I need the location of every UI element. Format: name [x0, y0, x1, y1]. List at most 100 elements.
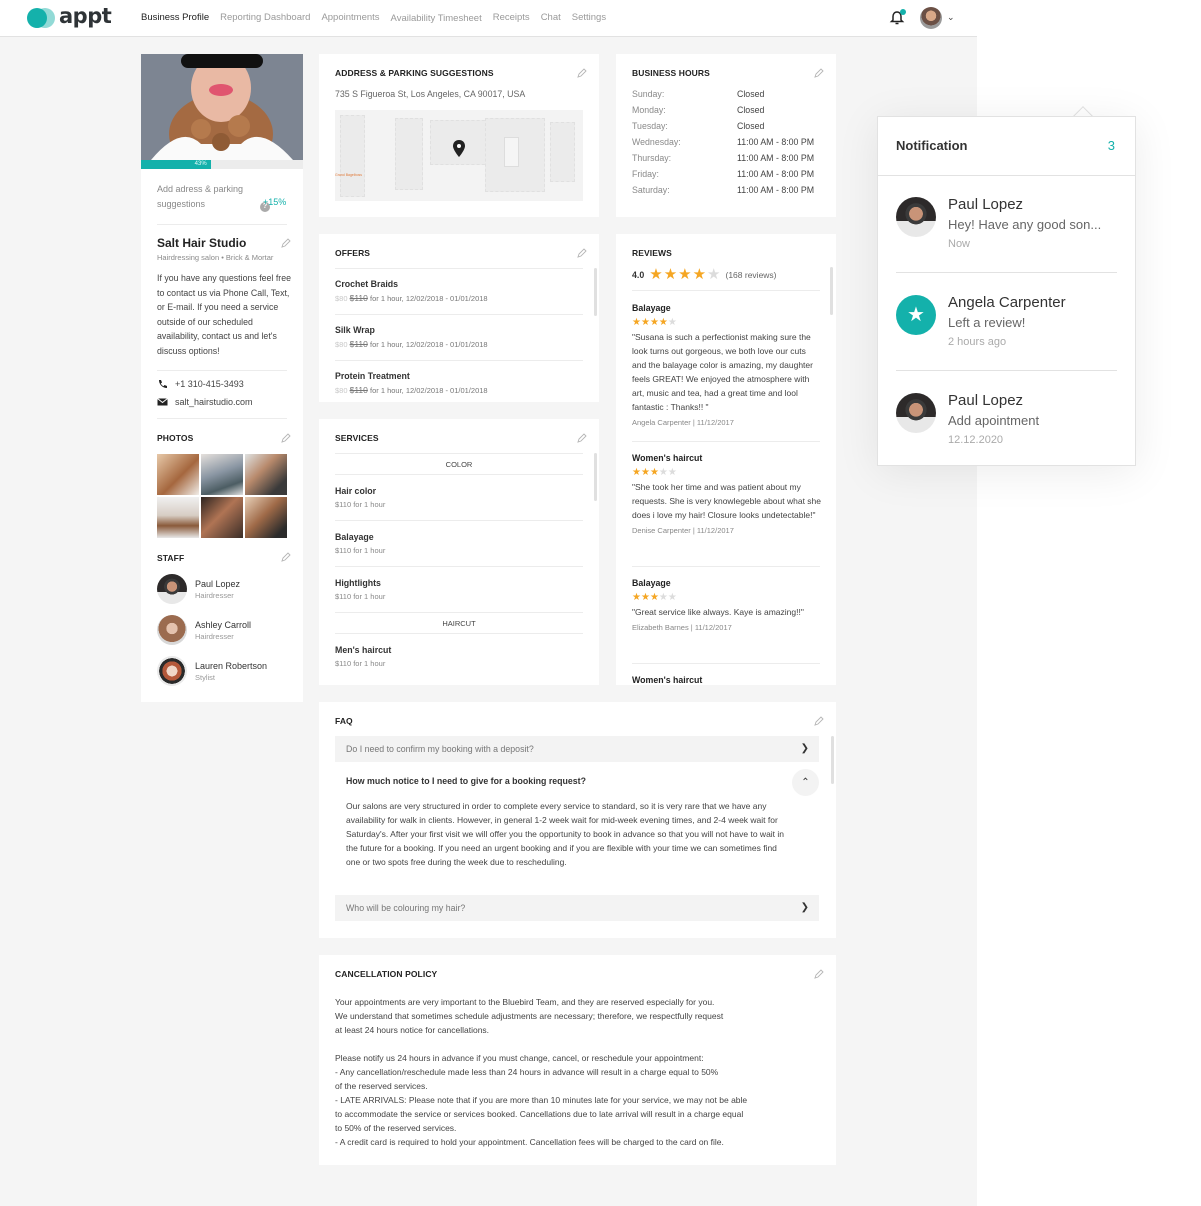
- offer-item[interactable]: Crochet Braids $80 $110 for 1 hour, 12/02…: [335, 279, 583, 303]
- gallery-photo[interactable]: [201, 497, 243, 538]
- hours-value: Closed: [737, 121, 765, 131]
- hours-row: Monday: Closed: [632, 105, 832, 115]
- user-avatar[interactable]: [920, 7, 942, 29]
- chevron-down-icon[interactable]: ⌄: [947, 12, 955, 23]
- faq-card: FAQ Do I need to confirm my booking with…: [319, 702, 836, 938]
- chevron-up-icon[interactable]: ⌃: [792, 769, 819, 796]
- nav-availability-timesheet[interactable]: Availability Timesheet: [391, 13, 482, 24]
- business-cover-photo[interactable]: [141, 54, 303, 160]
- star-filled-icon: ★: [649, 266, 663, 283]
- offer-sale-price: $80: [335, 294, 348, 303]
- scrollbar[interactable]: [830, 267, 833, 315]
- divider: [335, 474, 583, 475]
- scrollbar[interactable]: [594, 453, 597, 501]
- divider: [632, 566, 820, 567]
- staff-member[interactable]: Paul Lopez Hairdresser: [157, 574, 240, 604]
- website-link: salt_hairstudio.com: [175, 397, 253, 407]
- notification-item[interactable]: ★ Angela Carpenter Left a review! 2 hour…: [896, 275, 1117, 373]
- location-map[interactable]: Grand Bagelboss: [335, 110, 583, 201]
- map-pin-icon: [453, 140, 465, 157]
- service-item[interactable]: Hair color $110 for 1 hour: [335, 486, 385, 509]
- star-filled-icon: ★: [640, 592, 650, 603]
- faq-question-text: Do I need to confirm my booking with a d…: [346, 744, 534, 754]
- scrollbar[interactable]: [594, 268, 597, 316]
- notification-message: Add apointment: [948, 413, 1040, 428]
- edit-icon[interactable]: [814, 68, 824, 78]
- notification-item[interactable]: Paul Lopez Add apointment 12.12.2020: [896, 373, 1117, 471]
- faq-question[interactable]: Who will be colouring my hair? ❯: [335, 895, 819, 921]
- nav-receipts[interactable]: Receipts: [493, 12, 530, 23]
- nav-business-profile[interactable]: Business Profile: [141, 12, 209, 23]
- business-hours-title: BUSINESS HOURS: [632, 68, 710, 78]
- divider: [335, 566, 583, 567]
- divider: [896, 370, 1117, 371]
- staff-member[interactable]: Ashley Carroll Hairdresser: [157, 615, 251, 645]
- gallery-photo[interactable]: [245, 497, 287, 538]
- edit-icon[interactable]: [814, 716, 824, 726]
- nav-appointments[interactable]: Appointments: [321, 12, 379, 23]
- day-label: Monday:: [632, 105, 666, 115]
- service-item[interactable]: Hightlights $110 for 1 hour: [335, 578, 385, 601]
- star-filled-icon: ★: [649, 317, 659, 328]
- star-empty-icon: ★: [667, 467, 677, 478]
- star-empty-icon: ★: [658, 467, 668, 478]
- divider: [335, 520, 583, 521]
- service-price: $110 for 1 hour: [335, 659, 386, 668]
- star-filled-icon: ★: [640, 317, 650, 328]
- service-category: COLOR: [445, 460, 473, 469]
- staff-role: Stylist: [195, 672, 216, 682]
- gallery-photo[interactable]: [157, 497, 199, 538]
- scrollbar[interactable]: [831, 736, 834, 784]
- nav-chat[interactable]: Chat: [541, 12, 561, 23]
- notification-item[interactable]: Paul Lopez Hey! Have any good son... Now: [896, 177, 1117, 275]
- gallery-photo[interactable]: [201, 454, 243, 495]
- notification-title: Notification: [896, 138, 968, 153]
- star-empty-icon: ★: [667, 317, 677, 328]
- review-service: Balayage: [632, 303, 671, 313]
- review-text: "Susana is such a perfectionist making s…: [632, 332, 813, 412]
- phone-contact[interactable]: +1 310-415-3493: [157, 379, 244, 389]
- edit-icon[interactable]: [577, 68, 587, 78]
- service-item[interactable]: Balayage $110 for 1 hour: [335, 532, 385, 555]
- offer-old-price: $110: [349, 293, 368, 303]
- nav-settings[interactable]: Settings: [572, 12, 606, 23]
- nav-reporting-dashboard[interactable]: Reporting Dashboard: [220, 12, 310, 23]
- faq-question-expanded[interactable]: How much notice to I need to give for a …: [346, 776, 586, 786]
- staff-name: Lauren Robertson: [195, 660, 268, 671]
- review-item: Women's haircut ★★★★★ "She took her time…: [632, 453, 822, 535]
- edit-icon[interactable]: [814, 969, 824, 979]
- edit-icon[interactable]: [577, 248, 587, 258]
- faq-question[interactable]: Do I need to confirm my booking with a d…: [335, 736, 819, 762]
- gallery-photo[interactable]: [245, 454, 287, 495]
- review-item: Balayage ★★★★★ "Susana is such a perfect…: [632, 303, 822, 427]
- offer-old-price: $110: [349, 385, 368, 395]
- offer-name: Silk Wrap: [335, 325, 375, 335]
- gallery-photo[interactable]: [157, 454, 199, 495]
- divider: [335, 314, 583, 315]
- day-label: Saturday:: [632, 185, 670, 195]
- logo-icon: [27, 7, 55, 29]
- offer-item[interactable]: Silk Wrap $80 $110 for 1 hour, 12/02/2018…: [335, 325, 583, 349]
- service-item[interactable]: Men's haircut $110 for 1 hour: [335, 645, 391, 668]
- notification-time: Now: [948, 238, 971, 250]
- edit-icon[interactable]: [281, 238, 291, 248]
- website-contact[interactable]: salt_hairstudio.com: [157, 397, 253, 407]
- phone-icon: [159, 380, 167, 388]
- offer-details: for 1 hour, 12/02/2018 - 01/01/2018: [369, 340, 488, 349]
- divider: [157, 370, 287, 371]
- add-address-prompt[interactable]: Add adress & parking suggestions?: [157, 182, 270, 212]
- offer-old-price: $110: [349, 339, 368, 349]
- edit-icon[interactable]: [577, 433, 587, 443]
- divider: [335, 360, 583, 361]
- staff-member[interactable]: Lauren Robertson Stylist: [157, 656, 267, 686]
- offer-name: Protein Treatment: [335, 371, 410, 381]
- service-category: HAIRCUT: [442, 619, 476, 628]
- star-filled-icon: ★: [640, 467, 650, 478]
- app-logo[interactable]: appt: [27, 4, 112, 30]
- faq-question-text: Who will be colouring my hair?: [346, 903, 466, 913]
- divider: [632, 663, 820, 664]
- offer-item[interactable]: Protein Treatment $80 $110 for 1 hour, 12…: [335, 371, 583, 395]
- edit-icon[interactable]: [281, 552, 291, 562]
- offer-sale-price: $80: [335, 386, 348, 395]
- edit-icon[interactable]: [281, 433, 291, 443]
